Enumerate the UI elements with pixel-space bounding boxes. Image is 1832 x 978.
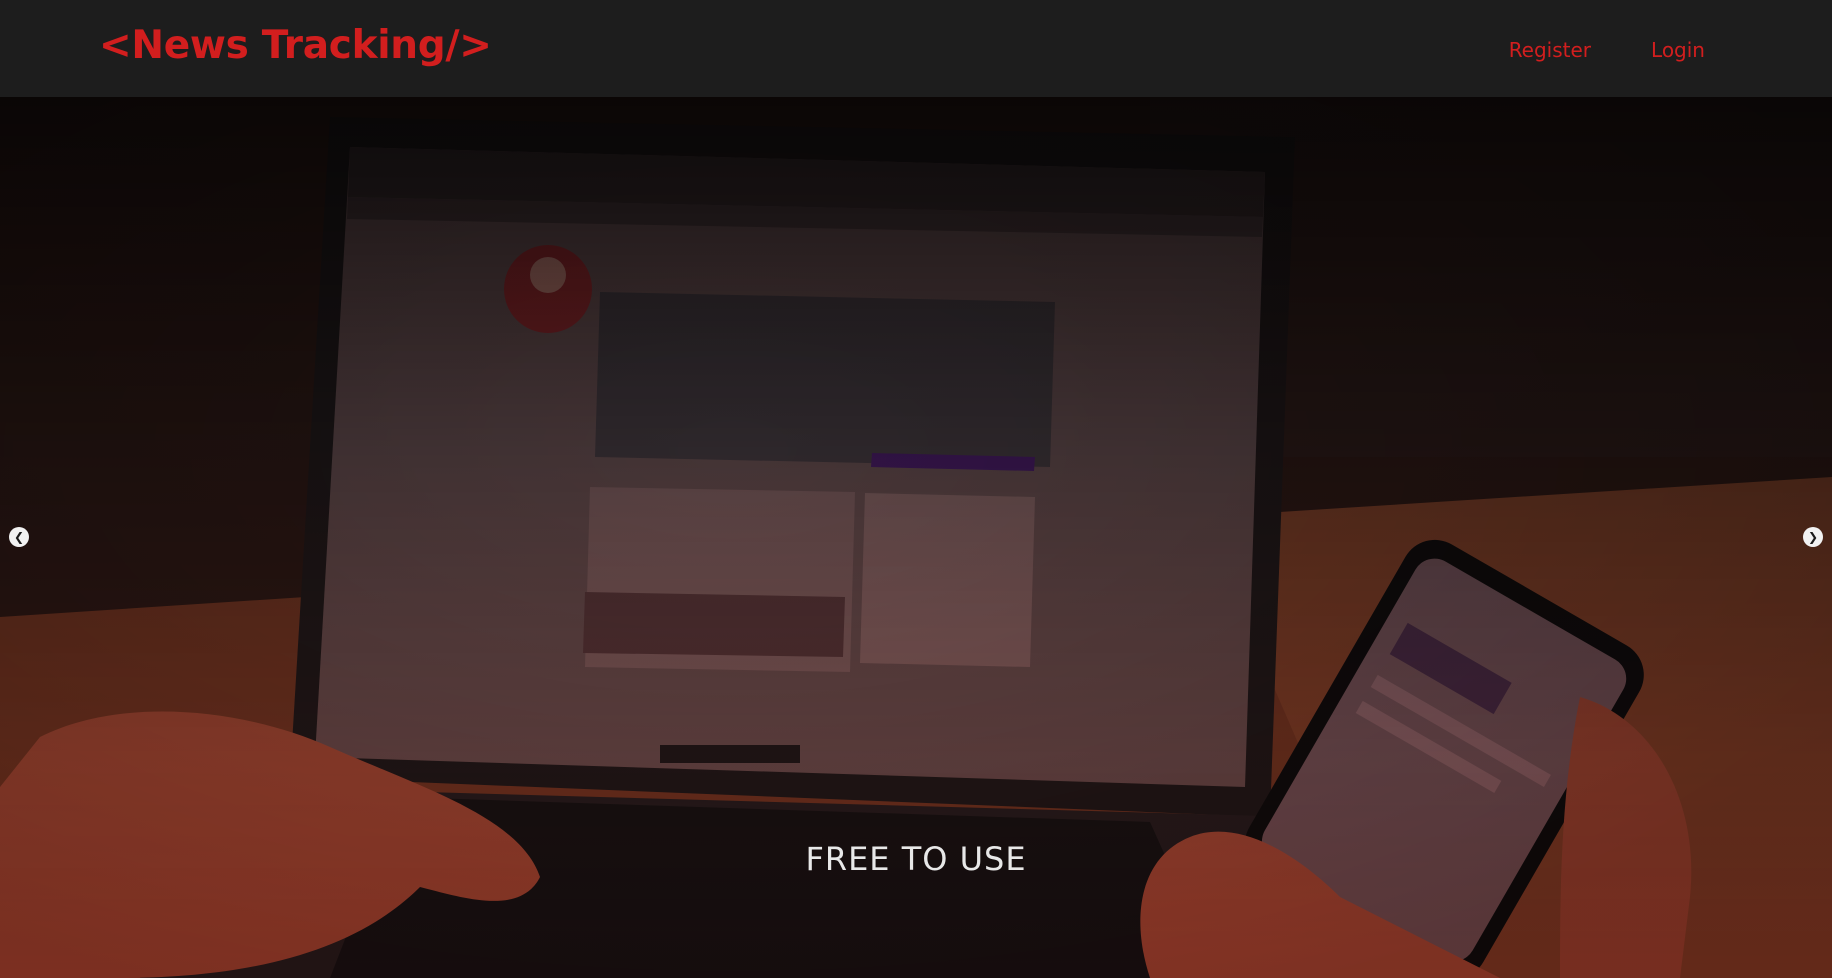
login-link[interactable]: Login	[1651, 36, 1705, 64]
chevron-right-circle-icon: ❯	[1807, 530, 1819, 544]
hero-carousel: FREE TO USE ❮ ❯	[0, 97, 1832, 978]
slide-caption: FREE TO USE	[805, 840, 1027, 878]
carousel-prev-button[interactable]: ❮	[9, 527, 29, 547]
register-link[interactable]: Register	[1509, 36, 1591, 64]
carousel-next-button[interactable]: ❯	[1803, 527, 1823, 547]
brand-logo-link[interactable]: <News Tracking/>	[99, 20, 492, 72]
navbar: <News Tracking/> Register Login	[0, 0, 1832, 97]
chevron-left-circle-icon: ❮	[13, 530, 25, 544]
nav-links: Register Login	[1509, 36, 1705, 64]
